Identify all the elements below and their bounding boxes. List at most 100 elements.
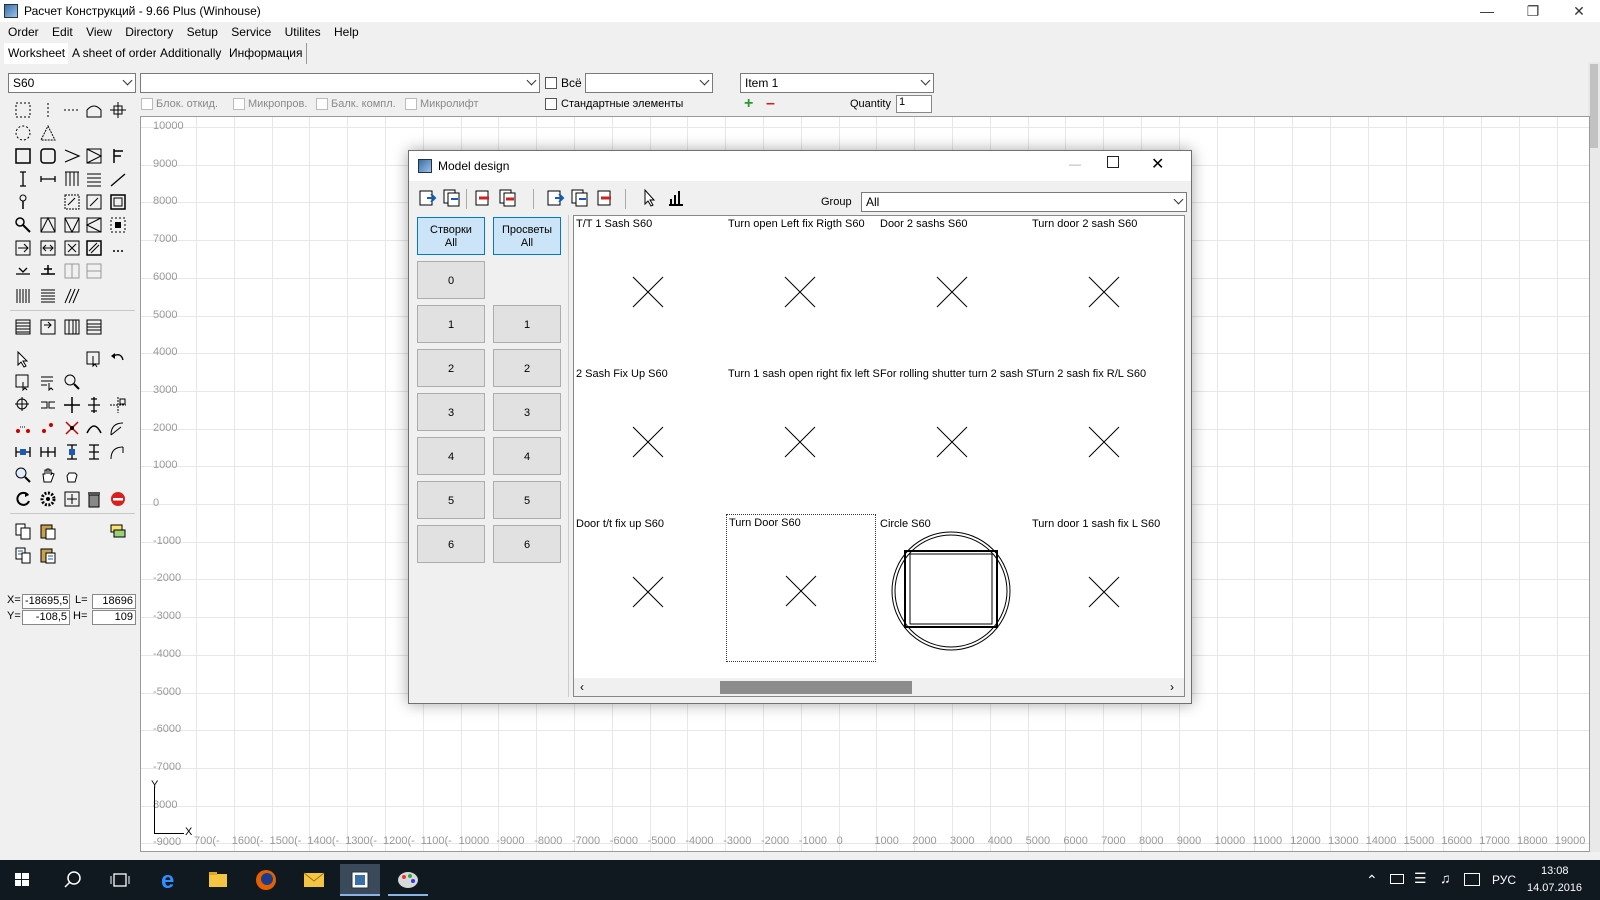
paint-icon[interactable] [388, 864, 428, 896]
volume-icon[interactable]: ♫ [1440, 870, 1451, 886]
dimension-v-chain-icon[interactable] [84, 442, 104, 462]
select-lines-icon[interactable] [38, 372, 58, 392]
network-icon[interactable]: ☰ [1414, 870, 1427, 887]
rect-icon[interactable] [13, 146, 33, 166]
firefox-icon[interactable] [246, 864, 286, 896]
clock-date[interactable]: 14.07.2016 [1527, 882, 1582, 894]
trash-icon[interactable] [84, 489, 104, 509]
join-icon[interactable] [38, 261, 58, 281]
offset-icon[interactable] [38, 395, 58, 415]
key-icon[interactable] [13, 215, 33, 235]
model-thumbnail[interactable]: Turn door 2 sash S60 [1030, 216, 1180, 364]
glass-diag-icon[interactable] [84, 192, 104, 212]
tab-information[interactable]: Информация [225, 43, 308, 64]
sash-down-icon[interactable] [62, 215, 82, 235]
sash-right-icon[interactable] [84, 215, 104, 235]
horizontal-dash-icon[interactable] [62, 100, 82, 120]
scroll-right-icon[interactable]: › [1170, 680, 1174, 694]
copy-list-icon[interactable] [13, 545, 33, 565]
restore-button[interactable]: ❐ [1510, 0, 1556, 22]
option-checkbox-1[interactable] [141, 98, 153, 110]
notification-icon[interactable] [1464, 873, 1480, 886]
dimension-h-icon[interactable] [13, 442, 33, 462]
remove-icon[interactable]: – [766, 95, 775, 113]
load-icon[interactable] [545, 187, 567, 209]
selection-icon[interactable] [108, 215, 128, 235]
undo-icon[interactable] [108, 349, 128, 369]
option-checkbox-4[interactable] [405, 98, 417, 110]
hinge-icon[interactable] [108, 146, 128, 166]
layers-icon[interactable] [108, 521, 128, 541]
sash-open-icon[interactable] [84, 146, 104, 166]
language-indicator[interactable]: РУС [1492, 873, 1516, 887]
cross-split-icon[interactable] [84, 395, 104, 415]
sash-up-icon[interactable] [38, 215, 58, 235]
delete-points-icon[interactable] [62, 418, 82, 438]
add-icon[interactable]: + [744, 95, 753, 113]
export-red-icon[interactable] [473, 187, 495, 209]
radius-point-icon[interactable] [38, 418, 58, 438]
close-button[interactable]: ✕ [1556, 0, 1600, 22]
product-select[interactable] [140, 73, 540, 93]
copy-icon[interactable] [13, 521, 33, 541]
tab-additionally[interactable]: Additionally [156, 43, 227, 64]
item-select[interactable]: Item 1 [740, 73, 934, 93]
minimize-button[interactable]: — [1464, 0, 1510, 22]
dashed-rect-icon[interactable] [13, 100, 33, 120]
openings-all-button[interactable]: Просветы All [493, 217, 561, 255]
hand-icon[interactable] [38, 465, 58, 485]
columns-icon[interactable] [62, 169, 82, 189]
openings-5-button[interactable]: 5 [493, 481, 561, 519]
refresh-icon[interactable] [13, 489, 33, 509]
model-thumbnail[interactable]: Turn 1 sash open right fix left S [726, 366, 880, 514]
sashes-5-button[interactable]: 5 [417, 481, 485, 519]
horizontal-bars-icon[interactable] [38, 286, 58, 306]
option-checkbox-2[interactable] [233, 98, 245, 110]
split-vertical-dim-icon[interactable] [62, 261, 82, 281]
stop-icon[interactable] [108, 489, 128, 509]
zoom-select-icon[interactable] [62, 372, 82, 392]
tab-sheet-of-order[interactable]: A sheet of order [68, 43, 162, 64]
vertical-dash-icon[interactable] [38, 100, 58, 120]
settings-gear-icon[interactable] [38, 489, 58, 509]
arc-icon[interactable] [84, 418, 104, 438]
vertical-mullion-icon[interactable] [13, 169, 33, 189]
triangle-icon[interactable] [38, 123, 58, 143]
sashes-3-button[interactable]: 3 [417, 393, 485, 431]
model-thumbnail[interactable]: Turn open Left fix Rigth S60 [726, 216, 876, 364]
horizontal-mullion-icon[interactable] [38, 169, 58, 189]
sashes-6-button[interactable]: 6 [417, 525, 485, 563]
model-thumbnail[interactable]: Door t/t fix up S60 [574, 516, 724, 664]
file-explorer-icon[interactable] [198, 864, 238, 896]
split-icon[interactable] [13, 261, 33, 281]
sashes-1-button[interactable]: 1 [417, 305, 485, 343]
menu-utilites[interactable]: Utilites [285, 22, 321, 39]
model-thumbnail[interactable]: Turn 2 sash fix R/L S60 [1030, 366, 1180, 514]
quantity-input[interactable]: 1 [896, 95, 932, 113]
tab-worksheet[interactable]: Worksheet [4, 43, 71, 64]
import-icon[interactable] [417, 187, 439, 209]
edit-select-icon[interactable] [84, 349, 104, 369]
menu-service[interactable]: Service [231, 22, 271, 39]
rounded-rect-icon[interactable] [38, 146, 58, 166]
load-multi-icon[interactable] [570, 187, 592, 209]
profile-select[interactable]: S60 [8, 73, 136, 93]
gallery-horizontal-scrollbar[interactable]: ‹ › [574, 678, 1184, 696]
group-select[interactable]: All [861, 192, 1187, 212]
properties-icon[interactable] [665, 187, 687, 209]
diagonal-icon[interactable] [108, 169, 128, 189]
start-button[interactable] [2, 864, 42, 896]
slide-icon[interactable] [38, 317, 58, 337]
winhouse-taskbar-icon[interactable] [340, 864, 380, 896]
scroll-left-icon[interactable]: ‹ [580, 680, 584, 694]
show-hidden-icons-icon[interactable]: ⌃ [1366, 872, 1378, 889]
circle-dash-icon[interactable] [13, 123, 33, 143]
model-thumbnail-focused[interactable]: Turn Door S60 [726, 514, 876, 662]
export-multi-red-icon[interactable] [498, 187, 520, 209]
paste-list-icon[interactable] [38, 545, 58, 565]
model-thumbnail[interactable]: 2 Sash Fix Up S60 [574, 366, 724, 514]
model-thumbnail[interactable]: Circle S60 [878, 516, 1028, 664]
dialog-maximize-button[interactable] [1107, 156, 1119, 168]
dialog-minimize-button[interactable]: — [1069, 157, 1081, 171]
angle-icon[interactable] [62, 146, 82, 166]
